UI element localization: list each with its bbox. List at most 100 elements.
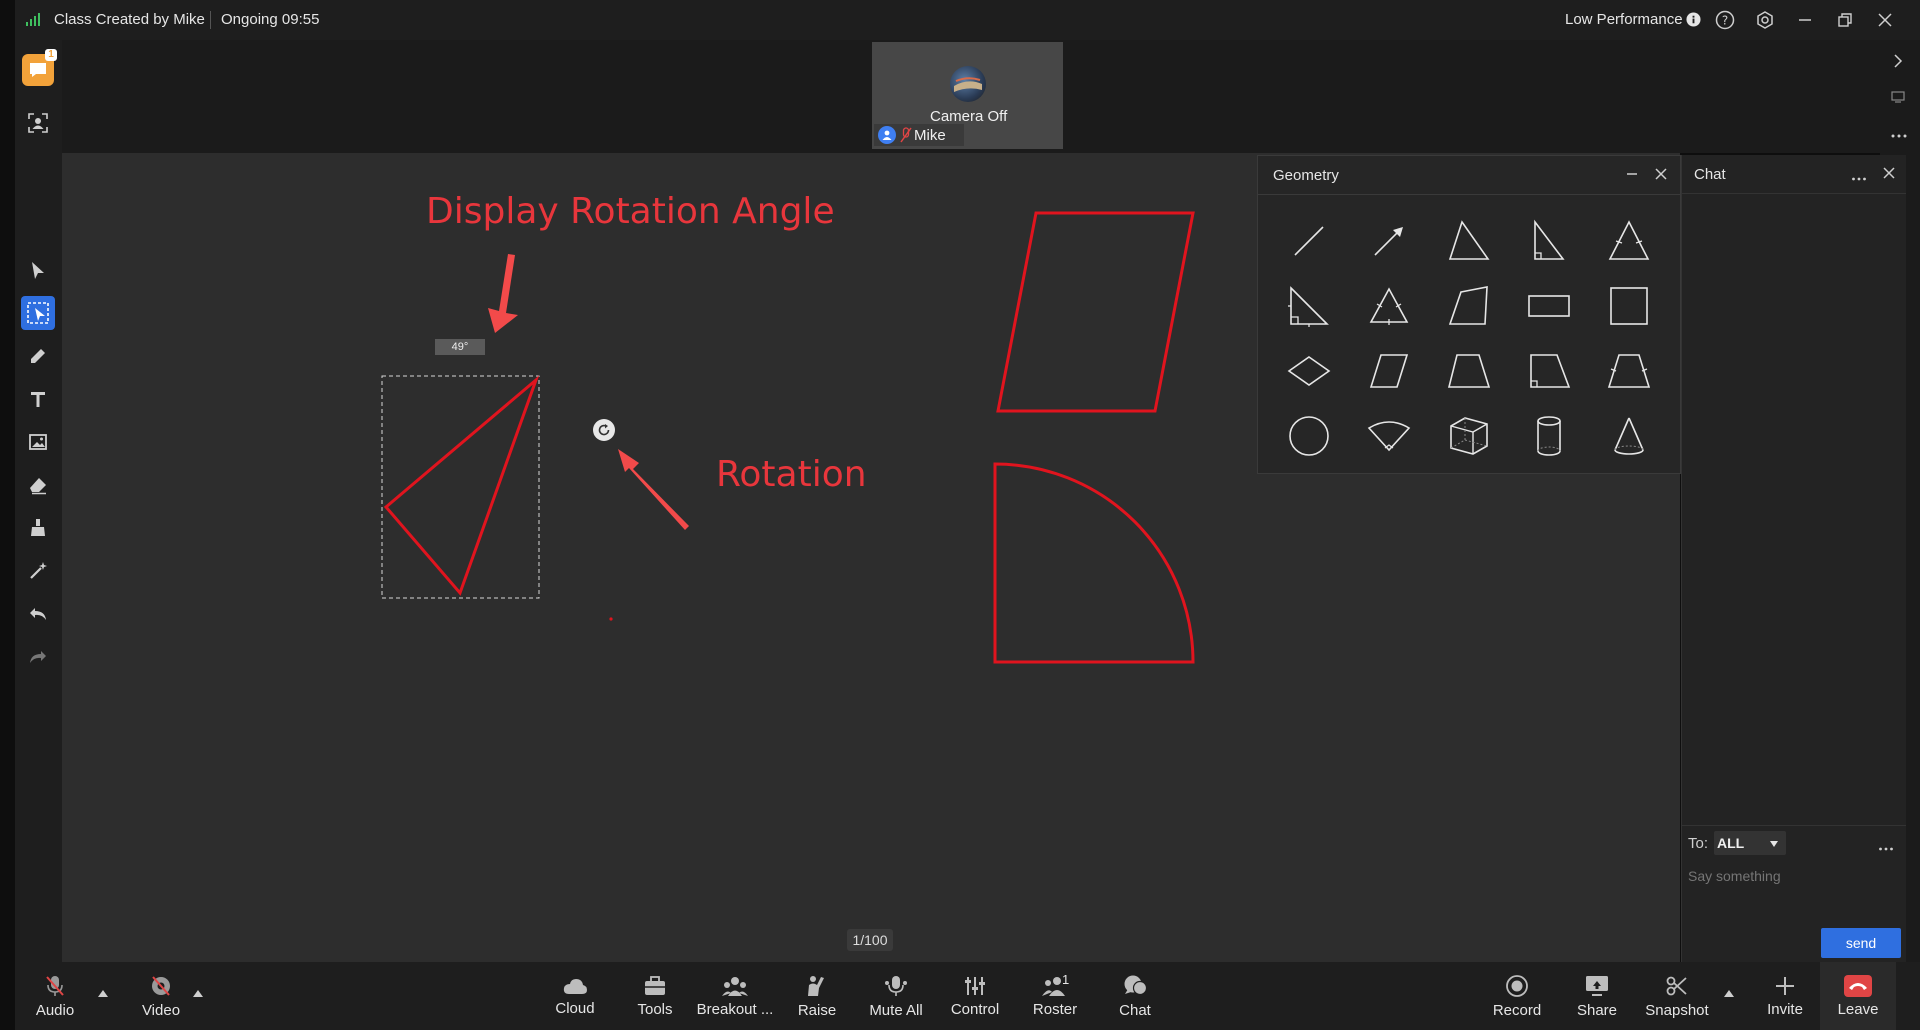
right-triangle-marked-tool[interactable] <box>1279 280 1339 332</box>
chevron-right-icon[interactable] <box>1892 54 1904 73</box>
cylinder-tool[interactable] <box>1519 410 1579 462</box>
isosceles-trapezoid-tool[interactable] <box>1599 345 1659 397</box>
triangle-icon <box>1448 220 1490 260</box>
minimize-icon[interactable] <box>1791 6 1819 34</box>
class-status: Ongoing 09:55 <box>221 11 320 28</box>
mute-all-button[interactable]: Mute All <box>858 962 934 1030</box>
arrow-to-angle <box>488 254 518 333</box>
group-icon <box>722 976 748 996</box>
more-icon[interactable] <box>1878 839 1894 857</box>
quadrilateral-tool[interactable] <box>1439 280 1499 332</box>
more-icon[interactable] <box>1851 169 1867 187</box>
chat-label: Chat <box>1119 1001 1151 1019</box>
cylinder-icon <box>1537 416 1561 456</box>
recipient-select[interactable]: ALL <box>1714 831 1786 855</box>
snapshot-button[interactable]: Snapshot <box>1639 962 1715 1030</box>
undo-button[interactable] <box>21 597 55 631</box>
minimize-icon[interactable] <box>1625 167 1639 186</box>
cone-tool[interactable] <box>1599 410 1659 462</box>
share-label: Share <box>1576 1001 1618 1019</box>
image-icon <box>29 434 47 450</box>
eraser-tool[interactable] <box>21 468 55 502</box>
participant-view-button[interactable] <box>21 106 55 140</box>
snapshot-label: Snapshot <box>1645 1001 1709 1019</box>
tools-button[interactable]: Tools <box>623 962 687 1030</box>
page-indicator[interactable]: 1/100 <box>847 929 893 951</box>
square-tool[interactable] <box>1599 280 1659 332</box>
triangle-tool[interactable] <box>1439 215 1499 267</box>
rhombus-tool[interactable] <box>1279 345 1339 397</box>
snapshot-options-caret[interactable] <box>1724 990 1734 997</box>
circle-icon <box>1289 416 1329 456</box>
rotate-icon <box>598 424 610 436</box>
video-button[interactable]: Video <box>133 962 189 1030</box>
eraser-icon <box>30 478 46 495</box>
screen-icon[interactable] <box>1891 90 1905 108</box>
equilateral-triangle-tool[interactable] <box>1359 280 1419 332</box>
cursor-icon <box>32 262 44 279</box>
image-tool[interactable] <box>21 425 55 459</box>
rotation-handle[interactable] <box>593 419 615 441</box>
breakout-button[interactable]: Breakout ... <box>695 962 775 1030</box>
video-options-caret[interactable] <box>193 990 203 997</box>
rectangle-tool[interactable] <box>1519 280 1579 332</box>
help-icon[interactable]: ? <box>1711 6 1739 34</box>
cloud-button[interactable]: Cloud <box>543 962 607 1030</box>
audio-button[interactable]: Audio <box>27 962 83 1030</box>
roster-count: 1 <box>1062 972 1070 987</box>
chat-badge: 1 <box>45 49 57 61</box>
chat-panel-button[interactable]: 1 <box>21 49 57 87</box>
redo-icon <box>30 651 46 663</box>
close-icon[interactable] <box>1871 6 1899 34</box>
square-icon <box>1610 287 1648 325</box>
roster-label: Roster <box>1032 1000 1078 1018</box>
audio-options-caret[interactable] <box>98 990 108 997</box>
text-tool[interactable] <box>21 382 55 416</box>
right-triangle-tool[interactable] <box>1519 215 1579 267</box>
plus-icon <box>1776 976 1794 995</box>
close-icon[interactable] <box>1882 166 1896 185</box>
circle-tool[interactable] <box>1279 410 1339 462</box>
chat-input[interactable] <box>1686 861 1902 891</box>
quadrilateral-icon <box>1448 286 1488 325</box>
performance-label[interactable]: Low Performance <box>1565 11 1683 28</box>
sector-tool[interactable] <box>1359 410 1419 462</box>
isosceles-triangle-icon <box>1608 220 1650 260</box>
more-icon[interactable] <box>1890 126 1908 144</box>
trapezoid-tool[interactable] <box>1439 345 1499 397</box>
invite-button[interactable]: Invite <box>1753 962 1817 1030</box>
select-tool[interactable] <box>21 254 55 288</box>
pen-tool[interactable] <box>21 339 55 373</box>
raise-hand-icon <box>808 975 824 996</box>
selection-box <box>381 375 540 599</box>
participant-video-tile[interactable]: Camera Off Mike <box>872 42 1063 149</box>
cube-tool[interactable] <box>1439 410 1499 462</box>
arrow-to-rotation <box>618 449 689 530</box>
chat-button[interactable]: Chat <box>1103 962 1167 1030</box>
send-button[interactable]: send <box>1821 928 1901 958</box>
record-button[interactable]: Record <box>1485 962 1549 1030</box>
leave-label: Leave <box>1837 1000 1879 1018</box>
control-button[interactable]: Control <box>943 962 1007 1030</box>
left-toolbar: 1 <box>15 40 62 962</box>
line-tool[interactable] <box>1279 215 1339 267</box>
parallelogram-tool[interactable] <box>1359 345 1419 397</box>
share-button[interactable]: Share <box>1565 962 1629 1030</box>
laser-tool[interactable] <box>21 554 55 588</box>
restore-icon[interactable] <box>1831 6 1859 34</box>
area-select-tool[interactable] <box>21 296 55 330</box>
redo-button[interactable] <box>21 640 55 674</box>
info-icon[interactable] <box>1686 12 1701 32</box>
close-icon[interactable] <box>1654 167 1668 186</box>
raise-button[interactable]: Raise <box>785 962 849 1030</box>
mic-muted-icon <box>900 127 912 148</box>
leave-button[interactable]: Leave <box>1820 962 1896 1030</box>
clear-tool[interactable] <box>21 511 55 545</box>
arrow-tool[interactable] <box>1359 215 1419 267</box>
roster-button[interactable]: Roster <box>1023 962 1087 1030</box>
isosceles-triangle-tool[interactable] <box>1599 215 1659 267</box>
right-trapezoid-tool[interactable] <box>1519 345 1579 397</box>
divider <box>210 11 211 29</box>
settings-icon[interactable] <box>1751 6 1779 34</box>
cube-icon <box>1450 417 1488 455</box>
